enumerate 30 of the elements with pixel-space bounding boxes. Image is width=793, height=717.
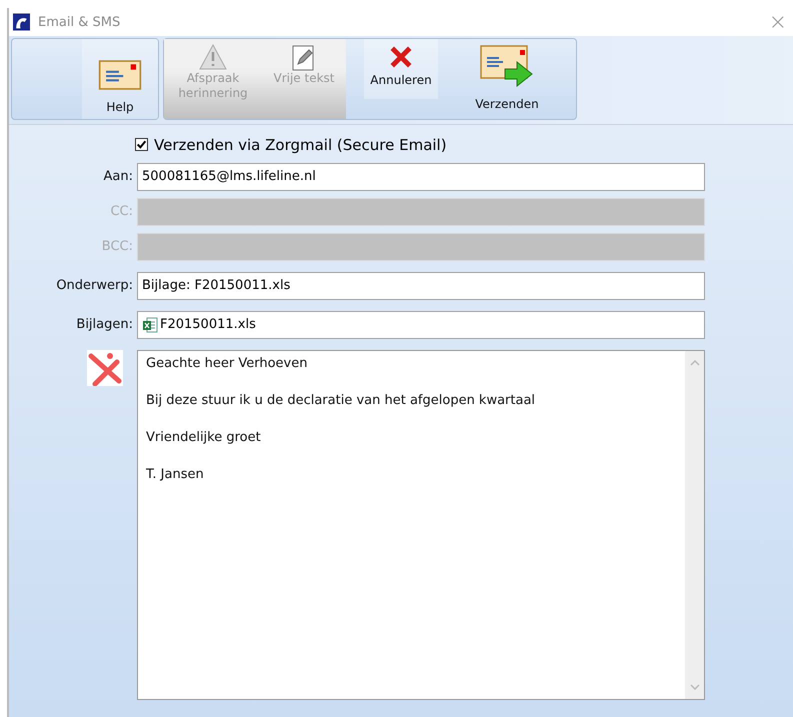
scroll-down-icon[interactable] (690, 684, 700, 690)
envelope-icon (98, 60, 142, 90)
scrollbar[interactable] (685, 351, 704, 699)
message-line: Bij deze stuur ik u de declaratie van het afgelopen kwartaal (146, 393, 536, 409)
message-line: Vriendelijke groet (146, 430, 262, 446)
message-field[interactable]: Geachte heer Verhoeven Bij deze stuur ik u de declaratie van het afgelopen kwartaal Vriendelijke groet T. Jansen (137, 350, 705, 700)
person-cross-icon (87, 350, 123, 386)
spreadsheet-file-icon (142, 316, 158, 332)
field-label: CC: (109, 204, 134, 219)
input-field[interactable]: F20150011.xls (137, 310, 705, 338)
input-field[interactable]: 500081165@lms.lifeline.nl (137, 162, 705, 190)
input-field[interactable]: Bijlage: F20150011.xls (137, 272, 705, 300)
message-line: T. Jansen (146, 467, 205, 483)
checkbox[interactable] (135, 138, 148, 151)
toolbar-button[interactable]: Help (82, 39, 158, 119)
field-label: Onderwerp: (55, 278, 134, 293)
toolbar-button[interactable]: Annuleren (364, 39, 438, 99)
window-title: Email & SMS (38, 14, 120, 30)
field-label: BCC: (100, 239, 134, 254)
message-line: Geachte heer Verhoeven (146, 356, 308, 372)
toolbar-button[interactable]: Verzenden (464, 39, 550, 119)
pencil-icon (292, 45, 316, 71)
scroll-up-icon[interactable] (690, 360, 700, 366)
field-label: Bijlagen: (75, 317, 134, 332)
field-label: Aan: (102, 169, 134, 184)
close-icon (389, 45, 413, 69)
warning-icon (198, 43, 228, 71)
secure-mail-checkbox[interactable]: Verzenden via Zorgmail (Secure Email) (135, 136, 447, 154)
send-mail-icon (480, 45, 534, 87)
app-logo-icon (13, 12, 30, 32)
